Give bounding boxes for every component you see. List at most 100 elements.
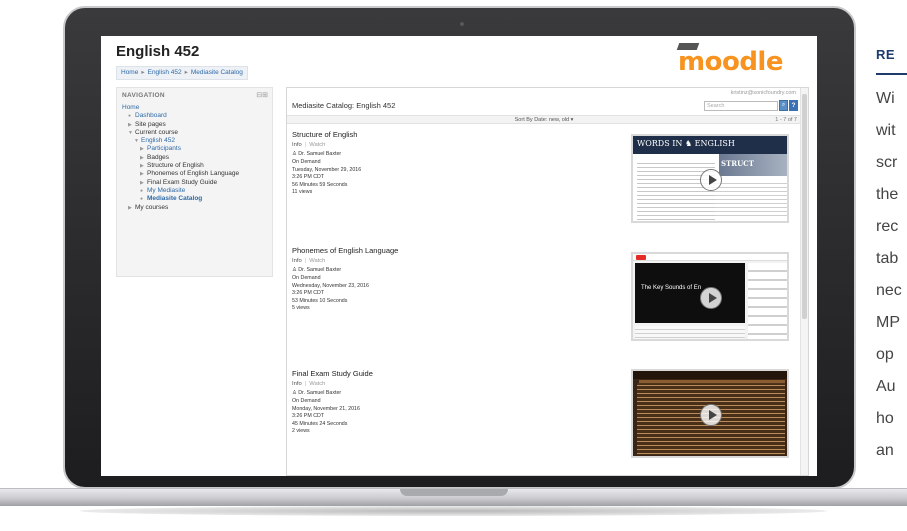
scrollbar-thumb[interactable]: [802, 94, 807, 319]
bullet-icon: ●: [140, 187, 144, 194]
navigation-tree: Home ● Dashboard ▶ Site pages ▼ Current course…: [122, 104, 268, 212]
search-button[interactable]: ⌕: [779, 100, 788, 111]
page-title: English 452: [116, 43, 200, 60]
nav-item[interactable]: ▶ Badges: [122, 154, 268, 162]
collapsed-icon: ▶: [140, 163, 144, 170]
play-icon[interactable]: [700, 404, 722, 426]
nav-item-label: Home: [122, 104, 140, 111]
nav-item[interactable]: ● Mediasite Catalog: [122, 195, 268, 203]
nav-item-label: Current course: [135, 128, 178, 136]
navigation-heading: NAVIGATION: [122, 92, 165, 99]
nav-item-label: Badges: [147, 153, 170, 161]
help-button[interactable]: ?: [789, 100, 798, 111]
nav-item[interactable]: ● My Mediasite: [122, 187, 268, 195]
expanded-icon: ▼: [134, 138, 139, 145]
breadcrumb-separator: ▸: [184, 69, 188, 76]
result-count: 1 - 7 of 7: [775, 117, 797, 123]
youtube-header: [633, 254, 787, 261]
nav-item[interactable]: ▼ Current course: [122, 129, 268, 137]
side-text-line: op: [876, 346, 894, 363]
mortarboard-icon: [676, 43, 700, 50]
dock-block-icon[interactable]: ⊟⊞: [256, 91, 268, 99]
nav-item[interactable]: ▶ Site pages: [122, 121, 268, 129]
nav-item[interactable]: Home: [122, 104, 268, 112]
side-text-line: Wi: [876, 90, 895, 107]
play-icon[interactable]: [700, 287, 722, 309]
moodle-logo[interactable]: moodle: [676, 43, 783, 77]
side-text-line: MP: [876, 314, 900, 331]
tab-info[interactable]: Info: [292, 258, 302, 264]
laptop-shadow: [80, 506, 827, 516]
thumbnail-text-lines: [635, 326, 745, 339]
thumbnail-text-lines: [637, 160, 715, 220]
tab-info[interactable]: Info: [292, 142, 302, 148]
thumbnail-sidebar: [748, 263, 787, 339]
side-heading-rule: [876, 73, 907, 75]
side-heading: RE: [876, 47, 896, 62]
thumbnail-banner: WORDS IN ♞ ENGLISH: [633, 136, 787, 154]
nav-item[interactable]: ▼ English 452: [122, 137, 268, 145]
catalog-title: Mediasite Catalog: English 452: [292, 101, 396, 110]
tab-watch[interactable]: Watch: [309, 381, 325, 387]
nav-item-label: My courses: [135, 203, 169, 211]
nav-item-label: Site pages: [135, 120, 166, 128]
nav-item-label: Phonemes of English Language: [147, 170, 240, 178]
breadcrumb-catalog[interactable]: Mediasite Catalog: [191, 69, 243, 76]
nav-item[interactable]: ▶ Structure of English: [122, 162, 268, 170]
breadcrumb-course[interactable]: English 452: [148, 69, 182, 76]
collapsed-icon: ▶: [128, 204, 132, 211]
nav-item-label: Final Exam Study Guide: [147, 178, 218, 186]
side-text-line: scr: [876, 154, 898, 171]
presentation-thumbnail[interactable]: WORDS IN ♞ ENGLISH STRUCT: [631, 134, 789, 223]
side-article-text: RE Wi wit scr the rec tab nec MP op Au ho an: [876, 0, 907, 531]
collapsed-icon: ▶: [140, 154, 144, 161]
side-text-line: Au: [876, 378, 896, 395]
catalog-scrollbar[interactable]: [800, 88, 808, 475]
mediasite-catalog-panel: kristinz@sonicfoundry.com Mediasite Cata…: [286, 87, 809, 476]
side-text-line: wit: [876, 122, 896, 139]
expanded-icon: ▼: [128, 129, 133, 136]
collapsed-icon: ▶: [128, 121, 132, 128]
nav-item[interactable]: ▶ Participants: [122, 145, 268, 153]
youtube-logo-icon: [636, 255, 646, 260]
nav-item[interactable]: ▶ Final Exam Study Guide: [122, 179, 268, 187]
thumbnail-image-text: STRUCT: [719, 154, 787, 176]
nav-item-label: Dashboard: [135, 112, 167, 120]
laptop-notch: [400, 489, 508, 496]
nav-item-label: Participants: [147, 145, 181, 153]
user-email: kristinz@sonicfoundry.com: [730, 90, 796, 96]
side-text-line: the: [876, 186, 899, 203]
presentation-thumbnail[interactable]: [631, 369, 789, 458]
tab-watch[interactable]: Watch: [309, 258, 325, 264]
tab-info[interactable]: Info: [292, 381, 302, 387]
nav-item-label: Mediasite Catalog: [147, 195, 203, 203]
search-input[interactable]: Search: [704, 101, 778, 111]
side-text-line: tab: [876, 250, 899, 267]
nav-item[interactable]: ● Dashboard: [122, 112, 268, 120]
laptop-screen: English 452 Home ▸ English 452 ▸ Mediasite C…: [101, 36, 817, 476]
nav-item-label: Structure of English: [147, 162, 204, 170]
side-text-line: ho: [876, 410, 894, 427]
collapsed-icon: ▶: [140, 171, 144, 178]
bullet-icon: ●: [128, 113, 132, 120]
breadcrumb-home[interactable]: Home: [121, 69, 138, 76]
laptop-base: [0, 488, 907, 506]
collapsed-icon: ▶: [140, 179, 144, 186]
thumbnail-video: The Key Sounds of En: [635, 263, 745, 323]
side-text-line: an: [876, 442, 894, 459]
side-text-line: rec: [876, 218, 899, 235]
nav-item-label: My Mediasite: [147, 186, 186, 194]
sort-dropdown[interactable]: Sort By Date: new, old ▾: [287, 116, 801, 124]
nav-item[interactable]: ▶ Phonemes of English Language: [122, 170, 268, 178]
nav-item-label: English 452: [141, 137, 175, 145]
play-icon[interactable]: [700, 169, 722, 191]
marketing-image: English 452 Home ▸ English 452 ▸ Mediasite C…: [0, 0, 907, 531]
tab-watch[interactable]: Watch: [309, 142, 325, 148]
navigation-block: NAVIGATION ⊟⊞ Home ● Dashboard ▶ Site pages ▼…: [116, 87, 273, 277]
nav-item[interactable]: ▶ My courses: [122, 204, 268, 212]
thumbnail-header: [633, 371, 787, 379]
breadcrumb: Home ▸ English 452 ▸ Mediasite Catalog: [116, 66, 248, 80]
presentation-thumbnail[interactable]: The Key Sounds of En: [631, 252, 789, 341]
side-text-line: nec: [876, 282, 902, 299]
logo-text: moodle: [678, 47, 783, 77]
